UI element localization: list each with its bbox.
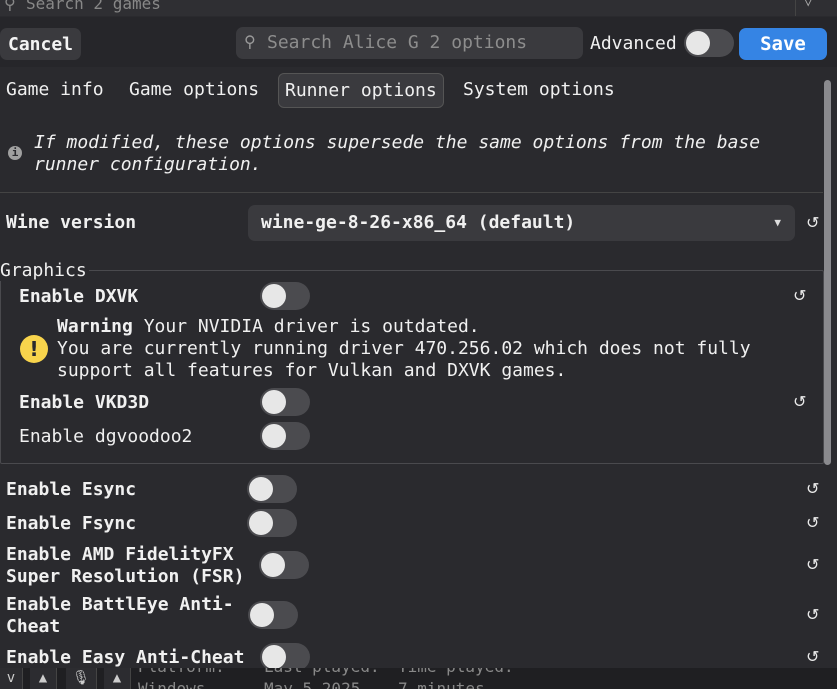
toggle-knob <box>262 424 286 448</box>
toggle-knob <box>262 645 286 669</box>
toggle-knob <box>250 603 274 627</box>
battleye-label-line: Enable BattlEye Anti- <box>6 594 234 615</box>
toggle-knob <box>249 511 273 535</box>
advanced-label: Advanced <box>590 33 677 54</box>
search-icon: ⚲ <box>4 0 16 13</box>
wine-version-dropdown[interactable]: wine-ge-8-26-x86_64 (default) ▼ <box>248 205 795 241</box>
warning-line: support all features for Vulkan and DXVK… <box>57 360 567 381</box>
platform-label: Platform: <box>138 668 225 676</box>
search-icon: ⚲ <box>244 32 256 51</box>
fsr-label: Enable AMD FidelityFX Super Resolution (… <box>6 544 244 588</box>
background-search-input: Search 2 games <box>26 0 161 13</box>
toggle-knob <box>249 477 273 501</box>
eac-label: Enable Easy Anti-Cheat <box>6 647 245 668</box>
background-game-details: v ▲ 🎙 ▲ Platform: Windows Last played: M… <box>0 668 837 689</box>
toggle-knob <box>262 390 286 414</box>
chevron-down-icon: ▼ <box>774 216 781 229</box>
dgvoodoo2-toggle[interactable] <box>260 422 310 450</box>
dgvoodoo2-label: Enable dgvoodoo2 <box>19 426 193 447</box>
toggle-knob <box>262 284 286 308</box>
cancel-button[interactable]: Cancel <box>0 28 81 60</box>
fsr-toggle[interactable] <box>259 551 309 579</box>
reset-icon[interactable]: ↺ <box>806 213 819 232</box>
background-search-bar: ⚲ Search 2 games ▽ <box>0 0 837 16</box>
platform-value: Windows <box>138 679 206 689</box>
fsync-toggle[interactable] <box>247 509 297 537</box>
eac-toggle[interactable] <box>260 643 310 671</box>
fsync-label: Enable Fsync <box>6 513 137 534</box>
advanced-toggle[interactable] <box>684 29 734 57</box>
chevron-up-icon: ▲ <box>104 668 131 689</box>
divider <box>0 192 823 193</box>
last-played-value: May 5 2025 <box>264 679 361 689</box>
vkd3d-label: Enable VKD3D <box>19 392 150 413</box>
reset-icon[interactable]: ↺ <box>806 513 819 532</box>
wine-version-value: wine-ge-8-26-x86_64 (default) <box>261 212 576 233</box>
tab-runner-options[interactable]: Runner options <box>278 73 444 108</box>
reset-icon[interactable]: ↺ <box>806 647 819 666</box>
save-button[interactable]: Save <box>739 28 827 60</box>
tab-game-options[interactable]: Game options <box>123 73 265 106</box>
time-played-label: Time played: <box>398 668 514 676</box>
microphone-icon: 🎙 <box>66 668 97 689</box>
dialog-header: Cancel ⚲ Search Alice G 2 options Advanc… <box>0 17 837 67</box>
tab-system-options[interactable]: System options <box>457 73 621 106</box>
info-icon: i <box>8 146 22 160</box>
divider <box>795 0 796 16</box>
toggle-knob <box>686 31 710 55</box>
warning-line: You are currently running driver 470.256… <box>57 338 751 359</box>
info-message: If modified, these options supersede the… <box>34 132 761 175</box>
fsr-label-line: Enable AMD FidelityFX <box>6 544 234 565</box>
reset-icon[interactable]: ↺ <box>806 555 819 574</box>
warning-icon: ! <box>20 335 48 363</box>
battleye-toggle[interactable] <box>248 601 298 629</box>
options-search-placeholder: Search Alice G 2 options <box>267 32 528 53</box>
esync-label: Enable Esync <box>6 479 137 500</box>
wine-version-label: Wine version <box>6 212 137 233</box>
reset-icon[interactable]: ↺ <box>806 479 819 498</box>
driver-warning-message: Warning Your NVIDIA driver is outdated. … <box>57 316 817 382</box>
scrollbar[interactable] <box>824 80 831 465</box>
dxvk-toggle[interactable] <box>260 282 310 310</box>
options-search-input[interactable]: ⚲ Search Alice G 2 options <box>236 27 583 59</box>
tab-game-info[interactable]: Game info <box>0 73 110 106</box>
reset-icon[interactable]: ↺ <box>793 286 806 305</box>
vkd3d-toggle[interactable] <box>260 388 310 416</box>
last-played-label: Last played: <box>264 668 380 676</box>
esync-toggle[interactable] <box>247 475 297 503</box>
time-played-value: 7 minutes <box>398 679 485 689</box>
warning-line: Your NVIDIA driver is outdated. <box>132 316 480 337</box>
filter-icon: ▽ <box>804 0 813 10</box>
reset-icon[interactable]: ↺ <box>793 392 806 411</box>
fsr-label-line: Super Resolution (FSR) <box>6 566 245 587</box>
dxvk-label: Enable DXVK <box>19 286 139 307</box>
reset-icon[interactable]: ↺ <box>806 605 819 624</box>
battleye-label: Enable BattlEye Anti- Cheat <box>6 594 234 638</box>
battleye-label-line: Cheat <box>6 616 61 637</box>
chevron-down-icon: v <box>0 668 23 689</box>
chevron-up-icon: ▲ <box>30 668 57 689</box>
warning-title: Warning <box>57 316 133 337</box>
toggle-knob <box>261 553 285 577</box>
graphics-group-label: Graphics <box>0 260 89 281</box>
